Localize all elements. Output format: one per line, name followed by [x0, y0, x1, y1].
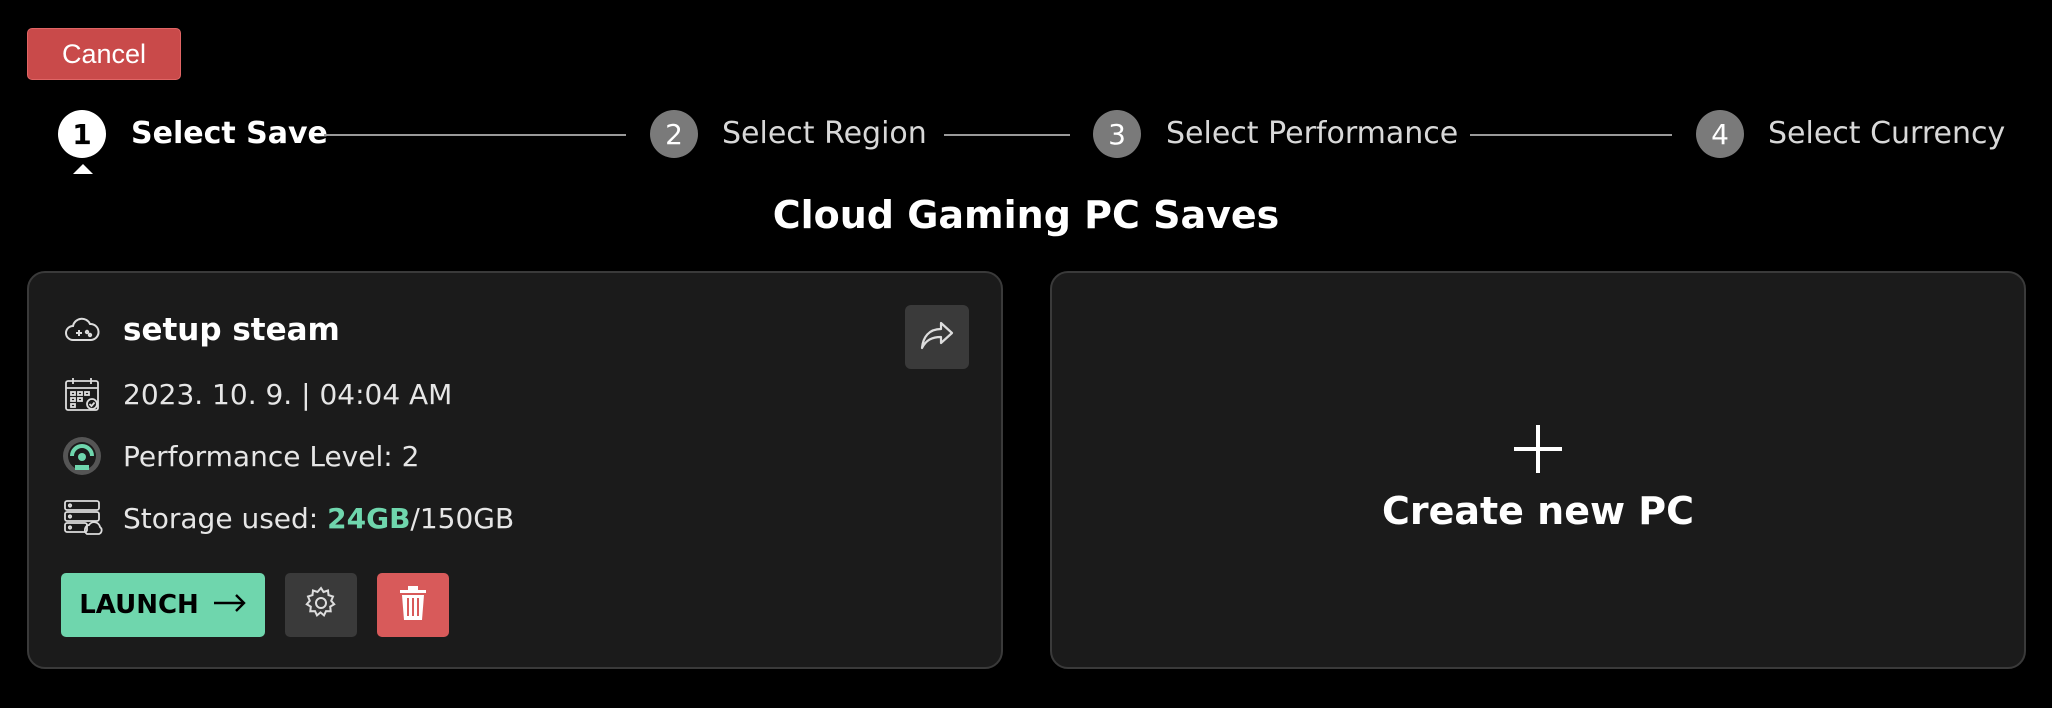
storage-total-value: /150GB — [410, 501, 515, 535]
save-card: setup steam 2023. 10. 9. | 04:04 AM Perf… — [27, 271, 1003, 669]
save-name: setup steam — [123, 312, 340, 348]
step-3-circle[interactable]: 3 — [1093, 110, 1141, 158]
launch-label: LAUNCH — [79, 590, 199, 620]
share-arrow-icon — [917, 315, 957, 359]
create-new-pc-content: Create new PC — [1052, 423, 2024, 533]
gear-icon — [304, 586, 338, 624]
step-4-label[interactable]: Select Currency — [1768, 114, 2005, 154]
step-2-label[interactable]: Select Region — [722, 114, 927, 154]
storage-usage: Storage used: 24GB/150GB — [123, 502, 514, 535]
save-name-row: setup steam — [61, 309, 340, 351]
speedometer-icon — [61, 435, 103, 477]
storage-label: Storage used: — [123, 501, 328, 535]
launch-button[interactable]: LAUNCH — [61, 573, 265, 637]
cloud-game-icon — [61, 309, 103, 351]
arrow-right-icon — [213, 590, 247, 620]
calendar-icon — [61, 373, 103, 415]
step-1-circle[interactable]: 1 — [58, 110, 106, 158]
trash-icon — [398, 585, 428, 625]
create-new-pc-card[interactable]: Create new PC — [1050, 271, 2026, 669]
plus-icon — [1512, 425, 1564, 479]
step-connector — [1470, 134, 1672, 136]
step-4-circle[interactable]: 4 — [1696, 110, 1744, 158]
server-storage-icon — [61, 497, 103, 539]
stepper: 1 Select Save 2 Select Region 3 Select P… — [0, 110, 2052, 180]
settings-button[interactable] — [285, 573, 357, 637]
page-title: Cloud Gaming PC Saves — [772, 193, 1280, 237]
datetime-row: 2023. 10. 9. | 04:04 AM — [61, 373, 452, 415]
create-new-pc-label: Create new PC — [1381, 489, 1695, 533]
active-step-caret-icon — [73, 164, 93, 174]
performance-row: Performance Level: 2 — [61, 435, 419, 477]
step-1-label[interactable]: Select Save — [131, 114, 328, 154]
step-3-label[interactable]: Select Performance — [1166, 114, 1458, 154]
storage-used-value: 24GB — [327, 501, 411, 535]
performance-level: Performance Level: 2 — [123, 439, 420, 473]
step-connector — [324, 134, 626, 136]
share-button[interactable] — [905, 305, 969, 369]
step-connector — [944, 134, 1070, 136]
cancel-button[interactable]: Cancel — [27, 28, 181, 80]
step-2-circle[interactable]: 2 — [650, 110, 698, 158]
storage-row: Storage used: 24GB/150GB — [61, 497, 514, 539]
save-datetime: 2023. 10. 9. | 04:04 AM — [123, 377, 453, 411]
card-actions: LAUNCH — [61, 573, 449, 637]
delete-button[interactable] — [377, 573, 449, 637]
